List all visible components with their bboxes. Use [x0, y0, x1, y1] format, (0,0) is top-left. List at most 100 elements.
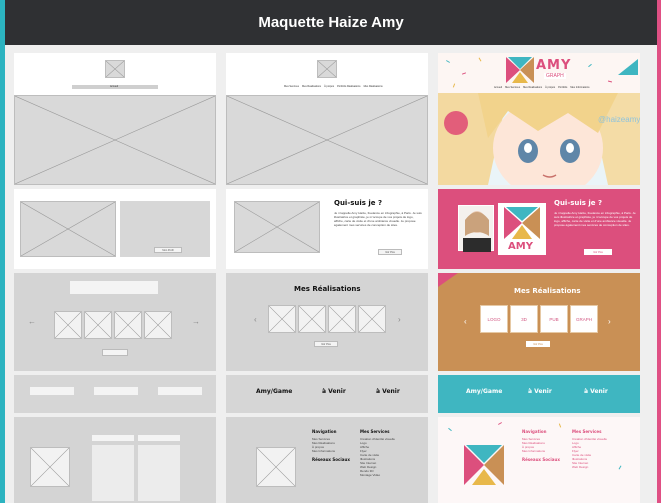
- work-card-3d[interactable]: 3D: [510, 305, 538, 333]
- v2-bar-item-2[interactable]: à Venir: [322, 388, 346, 395]
- final-nav-item[interactable]: Mes Réalisations: [523, 86, 542, 89]
- final-footer-section: Navigation Mes Services Réseaux Sociaux …: [438, 417, 640, 503]
- work-card-label: PUB: [549, 316, 559, 322]
- v1-work-thumb-2[interactable]: [84, 311, 112, 339]
- footer-logo-icon: [464, 445, 504, 485]
- v2-about-button[interactable]: Voir Plus: [378, 249, 402, 255]
- amy-logo-icon: [504, 207, 540, 239]
- final-nav-item[interactable]: Portfolio: [558, 86, 567, 89]
- final-bar-item-3[interactable]: à Venir: [584, 388, 608, 395]
- final-nav-item[interactable]: Mes Services: [505, 86, 520, 89]
- v2-footer-social-title: Réseaux Sociaux: [312, 457, 350, 462]
- v1-about-button-label: Mon Profil: [162, 248, 174, 252]
- anime-girl-illustration: [438, 93, 640, 185]
- final-realisations-button[interactable]: Voir Plus: [526, 341, 550, 347]
- final-bar-item-2[interactable]: à Venir: [528, 388, 552, 395]
- v2-header-section: Mes Services Mes Réalisations À propos P…: [226, 53, 428, 185]
- confetti-shape: [607, 80, 613, 83]
- about-logo-card: AMY: [498, 203, 546, 255]
- v1-about-image-placeholder: [20, 201, 116, 257]
- v2-about-button-label: Voir Plus: [385, 250, 395, 254]
- v2-prev-arrow-icon[interactable]: ‹: [254, 315, 257, 324]
- v2-about-image-placeholder: [234, 201, 320, 253]
- v1-prev-arrow-icon[interactable]: ←: [28, 317, 36, 326]
- v2-nav-item[interactable]: Mes Réalisations: [364, 85, 383, 89]
- v2-nav-item[interactable]: À propos: [324, 85, 334, 89]
- v1-bar-item-3[interactable]: [158, 387, 202, 395]
- v2-nav-bar: Mes Services Mes Réalisations À propos P…: [284, 85, 394, 89]
- window-titlebar: Maquette Haize Amy: [5, 0, 657, 45]
- v2-work-thumb-1[interactable]: [268, 305, 296, 333]
- v1-next-arrow-icon[interactable]: →: [192, 317, 200, 326]
- v2-hero-placeholder: [226, 95, 428, 185]
- final-nav-item[interactable]: Mes Informations: [570, 86, 589, 89]
- v2-footer-nav-list: Mes Services Mes Réalisations À propos M…: [312, 437, 335, 453]
- final-about-text: Je m'appelle Amy Haize, freelance en inf…: [554, 211, 636, 227]
- v2-next-arrow-icon[interactable]: ›: [398, 315, 401, 324]
- v2-nav-item[interactable]: Mes Réalisations: [302, 85, 321, 89]
- final-about-section: AMY Qui-suis je ? Je m'appelle Amy Haize…: [438, 189, 640, 269]
- final-bar-item-1[interactable]: Amy/Game: [466, 388, 502, 395]
- final-nav-bar: Accueil Mes Services Mes Réalisations À …: [494, 86, 590, 89]
- v1-nav-label: Accueil: [110, 85, 119, 88]
- v1-realisations-button[interactable]: [102, 349, 128, 356]
- v2-nav-item[interactable]: Mes Services: [284, 85, 299, 89]
- final-next-arrow-icon[interactable]: ›: [608, 317, 611, 326]
- v2-footer-nav-link[interactable]: Mes Informations: [312, 449, 335, 453]
- work-card-logo[interactable]: LOGO: [480, 305, 508, 333]
- wireframe-v1: Accueil Mon Profil ← →: [14, 53, 216, 503]
- confetti-shape: [461, 72, 467, 75]
- confetti-shape: [558, 423, 562, 428]
- logo-wordmark: AMY: [536, 58, 572, 73]
- v2-footer-service-link[interactable]: Montage Vidéo: [360, 473, 395, 477]
- v2-footer-nav-title: Navigation: [312, 429, 337, 434]
- v2-nav-item[interactable]: Portfolio Réalisations: [337, 85, 360, 89]
- final-nav-item[interactable]: Accueil: [494, 86, 502, 89]
- v1-footer-col1-title: [92, 435, 134, 441]
- final-about-button[interactable]: Voir Plus: [584, 249, 612, 255]
- v1-bar-item-2[interactable]: [94, 387, 138, 395]
- work-card-label: LOGO: [487, 316, 501, 322]
- v1-work-thumb-3[interactable]: [114, 311, 142, 339]
- v2-about-section: Qui-suis je ? Je m'appelle Amy Haize, fr…: [226, 189, 428, 269]
- v2-about-text: Je m'appelle Amy Haize, freelance en inf…: [334, 211, 422, 227]
- final-realisations-title: Mes Réalisations: [514, 287, 581, 295]
- v1-header-section: Accueil: [14, 53, 216, 185]
- v2-realisations-section: Mes Réalisations ‹ › Voir Plus: [226, 273, 428, 371]
- v2-work-thumb-3[interactable]: [328, 305, 356, 333]
- v1-work-thumb-1[interactable]: [54, 311, 82, 339]
- hero-illustration: @haizeamy: [438, 93, 640, 185]
- final-footer-service-link[interactable]: Web Design: [572, 465, 607, 469]
- v2-footer-logo-placeholder: [256, 447, 296, 487]
- final-footer-nav-link[interactable]: Mes Informations: [522, 449, 545, 453]
- v1-bar-section: [14, 375, 216, 413]
- final-nav-item[interactable]: À propos: [545, 86, 555, 89]
- v1-footer-section: [14, 417, 216, 503]
- v2-work-thumb-2[interactable]: [298, 305, 326, 333]
- confetti-shape: [498, 422, 502, 425]
- v1-footer-col2: [138, 445, 180, 501]
- final-realisations-button-label: Voir Plus: [533, 342, 543, 346]
- work-card-graph[interactable]: GRAPH: [570, 305, 598, 333]
- profile-photo: [458, 205, 494, 252]
- v2-footer-services-title: Mes Services: [360, 429, 390, 434]
- pink-triangle-icon: [438, 273, 458, 287]
- hero-watermark: @haizeamy: [598, 115, 640, 124]
- v2-work-thumb-4[interactable]: [358, 305, 386, 333]
- v2-realisations-button[interactable]: Voir Plus: [314, 341, 338, 347]
- v2-realisations-button-label: Voir Plus: [321, 342, 331, 346]
- v1-bar-item-1[interactable]: [30, 387, 74, 395]
- work-card-pub[interactable]: PUB: [540, 305, 568, 333]
- v2-bar-item-3[interactable]: à Venir: [376, 388, 400, 395]
- v1-about-button[interactable]: Mon Profil: [154, 247, 182, 253]
- final-prev-arrow-icon[interactable]: ‹: [464, 317, 467, 326]
- v2-bar-section: Amy/Game à Venir à Venir: [226, 375, 428, 413]
- v1-nav-bar[interactable]: Accueil: [72, 85, 158, 89]
- final-footer-services-list: Création d'identité visuelle Logo Affich…: [572, 437, 607, 469]
- wireframe-v2: Mes Services Mes Réalisations À propos P…: [226, 53, 428, 503]
- v2-footer-services-list: Création d'identité visuelle Logo Affich…: [360, 437, 395, 477]
- v2-bar-item-1[interactable]: Amy/Game: [256, 388, 292, 395]
- v2-about-title: Qui-suis je ?: [334, 199, 383, 207]
- v1-work-thumb-4[interactable]: [144, 311, 172, 339]
- confetti-shape: [448, 427, 452, 432]
